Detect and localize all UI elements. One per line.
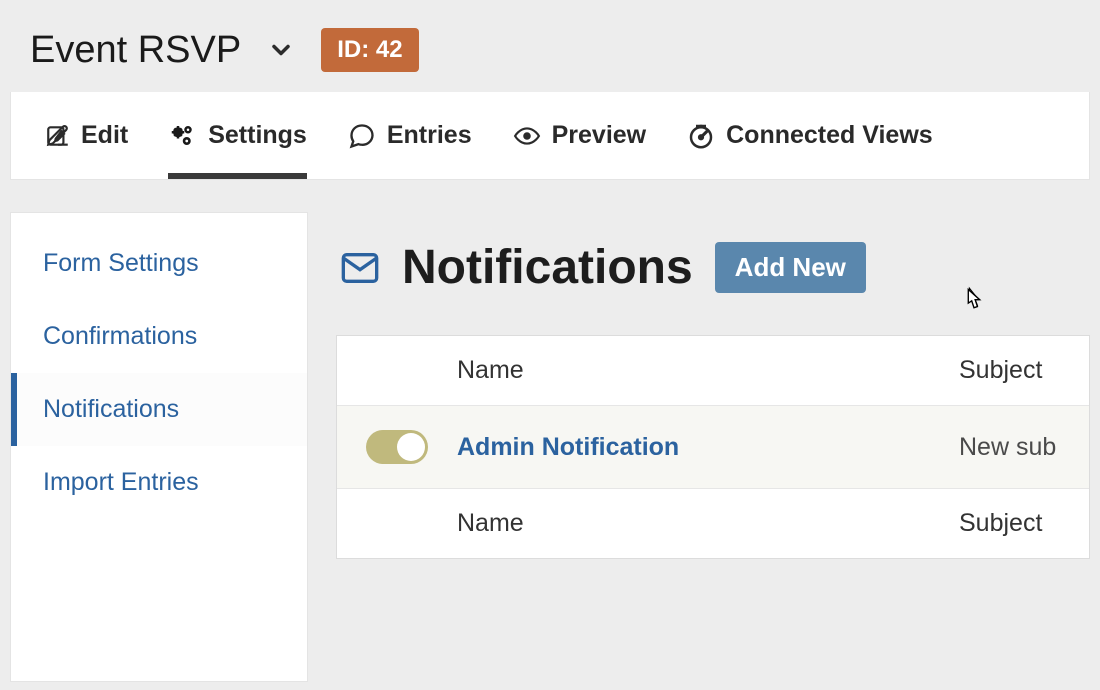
tab-label: Settings: [208, 121, 307, 150]
tab-label: Entries: [387, 121, 472, 150]
add-new-button[interactable]: Add New: [715, 242, 866, 293]
form-title: Event RSVP: [30, 29, 241, 72]
sidebar-item-label: Form Settings: [43, 249, 199, 277]
tab-edit[interactable]: Edit: [45, 92, 128, 179]
sidebar-item-notifications[interactable]: Notifications: [11, 373, 307, 446]
chevron-down-icon: [267, 36, 295, 64]
table-header-row: Name Subject: [337, 336, 1089, 406]
content-area: Form Settings Confirmations Notification…: [10, 212, 1090, 682]
page-title: Notifications: [402, 240, 693, 295]
edit-icon: [45, 123, 71, 149]
main-panel: Notifications Add New Name Subject Admin…: [336, 212, 1090, 682]
gears-icon: [168, 121, 198, 151]
mail-icon: [336, 248, 384, 288]
table-row: Admin Notification New sub: [337, 406, 1089, 489]
form-title-dropdown[interactable]: Event RSVP: [30, 29, 295, 72]
tab-settings[interactable]: Settings: [168, 92, 307, 179]
header-bar: Event RSVP ID: 42: [0, 0, 1100, 92]
tab-label: Connected Views: [726, 121, 933, 150]
eye-icon: [512, 123, 542, 149]
chat-bubble-icon: [347, 122, 377, 150]
sidebar-item-label: Import Entries: [43, 468, 199, 496]
tab-label: Edit: [81, 121, 128, 150]
column-footer-name: Name: [457, 489, 959, 558]
enabled-toggle[interactable]: [366, 430, 428, 464]
sidebar-item-label: Confirmations: [43, 322, 197, 350]
row-toggle-cell: [337, 406, 457, 488]
gauge-icon: [686, 121, 716, 151]
column-toggle: [337, 347, 457, 395]
sidebar-item-label: Notifications: [43, 395, 179, 423]
column-toggle: [337, 500, 457, 548]
sidebar-item-confirmations[interactable]: Confirmations: [11, 300, 307, 373]
tab-entries[interactable]: Entries: [347, 92, 472, 179]
notification-subject: New sub: [959, 413, 1089, 482]
notification-name-link[interactable]: Admin Notification: [457, 413, 959, 482]
cursor-icon: [960, 286, 988, 318]
page-heading: Notifications Add New: [336, 240, 1090, 295]
tab-label: Preview: [552, 121, 647, 150]
sidebar-item-import-entries[interactable]: Import Entries: [11, 446, 307, 519]
sidebar-item-form-settings[interactable]: Form Settings: [11, 227, 307, 300]
table-footer-row: Name Subject: [337, 489, 1089, 558]
form-id-badge: ID: 42: [321, 28, 418, 72]
settings-sidebar: Form Settings Confirmations Notification…: [10, 212, 308, 682]
tab-preview[interactable]: Preview: [512, 92, 647, 179]
toggle-knob: [397, 433, 425, 461]
column-header-subject: Subject: [959, 336, 1089, 405]
tabs-bar: Edit Settings Entries Preview Connected …: [10, 92, 1090, 180]
notifications-table: Name Subject Admin Notification New sub …: [336, 335, 1090, 559]
tab-connected-views[interactable]: Connected Views: [686, 92, 933, 179]
column-footer-subject: Subject: [959, 489, 1089, 558]
column-header-name: Name: [457, 336, 959, 405]
